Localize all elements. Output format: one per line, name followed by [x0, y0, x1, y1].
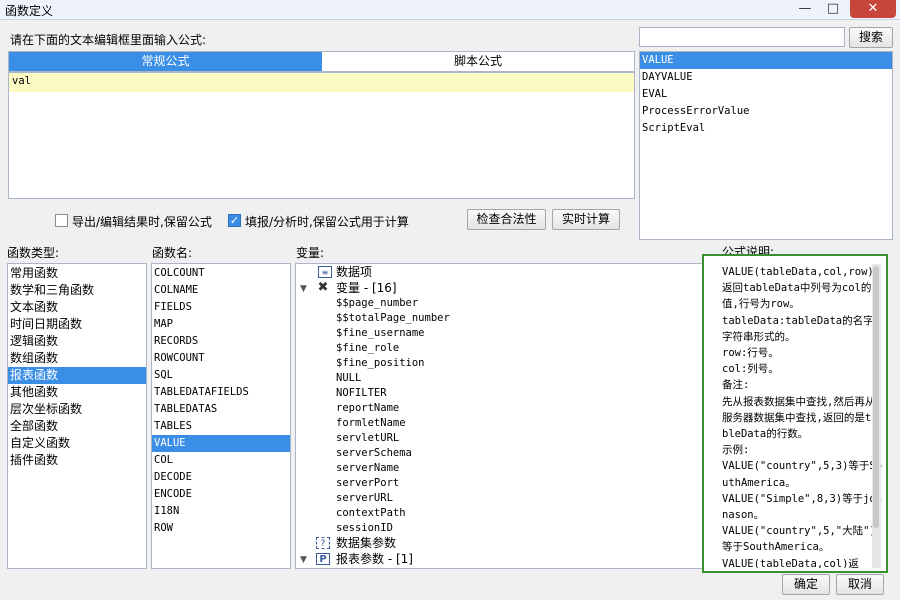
list-item[interactable]: SQL — [152, 367, 173, 384]
desc-line: row:行号。 — [722, 347, 779, 360]
desc-line: col:列号。 — [722, 363, 779, 376]
function-name-list: COLCOUNT COLNAME FIELDS MAP RECORDS ROWC… — [151, 263, 291, 569]
export-keep-label: 导出/编辑结果时,保留公式 — [72, 215, 212, 229]
list-item[interactable]: 数学和三角函数 — [8, 282, 94, 299]
list-item[interactable]: TABLEDATAFIELDS — [152, 384, 249, 401]
formula-editor[interactable]: val — [8, 72, 635, 199]
desc-line: VALUE("Simple",8,3)等于jonnason。 — [722, 492, 883, 522]
list-item[interactable]: ENCODE — [152, 486, 192, 503]
export-keep-checkbox[interactable] — [55, 214, 68, 227]
list-item[interactable]: 全部函数 — [8, 418, 58, 435]
function-category-list: 常用函数 数学和三角函数 文本函数 时间日期函数 逻辑函数 数组函数 报表函数 … — [7, 263, 147, 569]
list-item[interactable]: DAYVALUE — [640, 69, 693, 86]
desc-line: 返回tableData中列号为col的值,行号为row。 — [722, 282, 872, 311]
desc-line: VALUE(tableData,col,row) — [722, 266, 874, 278]
list-item[interactable]: COLNAME — [152, 282, 198, 299]
desc-line: 先从报表数据集中查找,然后再从服务器数据集中查找,返回的是tableData的行… — [722, 395, 878, 441]
list-item[interactable]: 数组函数 — [8, 350, 58, 367]
desc-line: tableData:tableData的名字,字符串形式的。 — [722, 314, 880, 343]
list-item[interactable]: 层次坐标函数 — [8, 401, 82, 418]
variable-tree: ≡ 数据项 ▼ ✖ 变量 - [16] $$page_number $$tota… — [295, 263, 717, 569]
search-button[interactable]: 搜索 — [849, 27, 893, 48]
list-item[interactable]: ScriptEval — [640, 120, 705, 137]
list-item[interactable]: 时间日期函数 — [8, 316, 82, 333]
collapse-arrow-icon[interactable]: ▼ — [300, 284, 307, 294]
list-item[interactable]: VALUE — [152, 435, 290, 452]
cancel-button[interactable]: 取消 — [836, 574, 884, 595]
scrollbar-thumb[interactable] — [873, 266, 879, 528]
function-header: 函数名: — [152, 246, 193, 260]
current-line-highlight — [9, 73, 634, 92]
category-header: 函数类型: — [7, 246, 60, 260]
list-item[interactable]: ProcessErrorValue — [640, 103, 749, 120]
title-bar: 函数定义 — □ ✕ — [0, 0, 900, 20]
list-item[interactable]: ROW — [152, 520, 173, 537]
desc-line: VALUE("country",5,"大陆")等于SouthAmerica。 — [722, 525, 876, 554]
ok-button[interactable]: 确定 — [782, 574, 830, 595]
formula-text[interactable]: val — [12, 75, 31, 87]
list-item[interactable]: TABLES — [152, 418, 192, 435]
list-item[interactable]: ROWCOUNT — [152, 350, 205, 367]
desc-line: VALUE("country",5,3)等于SouthAmerica。 — [722, 460, 883, 489]
parameter-icon: P — [316, 553, 330, 565]
desc-line: 示例: — [722, 444, 750, 457]
variable-icon: ✖ — [317, 280, 329, 295]
realtime-compute-button[interactable]: 实时计算 — [552, 209, 620, 230]
tab-regular-formula[interactable]: 常规公式 — [9, 52, 322, 71]
list-item[interactable]: I18N — [152, 503, 179, 520]
tree-item-dataset-params[interactable]: 数据集参数 — [334, 535, 396, 552]
list-item[interactable]: MAP — [152, 316, 173, 333]
fill-keep-label: 填报/分析时,保留公式用于计算 — [245, 215, 409, 229]
list-item[interactable]: 其他函数 — [8, 384, 58, 401]
list-item[interactable]: VALUE — [640, 52, 892, 69]
search-input[interactable] — [639, 27, 845, 47]
variable-header: 变量: — [296, 246, 325, 260]
minimize-button[interactable]: — — [792, 0, 818, 18]
list-item[interactable]: 逻辑函数 — [8, 333, 58, 350]
list-item[interactable]: TABLEDATAS — [152, 401, 217, 418]
collapse-arrow-icon[interactable]: ▼ — [300, 555, 307, 565]
dataset-param-icon: ? — [316, 537, 330, 549]
list-item[interactable]: 常用函数 — [8, 265, 58, 282]
tab-script-formula[interactable]: 脚本公式 — [322, 52, 634, 71]
list-item[interactable]: COL — [152, 452, 173, 469]
tree-item-data-item[interactable]: 数据项 — [334, 264, 372, 281]
search-result-list: VALUE DAYVALUE EVAL ProcessErrorValue Sc… — [639, 51, 893, 240]
description-text: VALUE(tableData,col,row) 返回tableData中列号为… — [722, 264, 883, 568]
tree-item-report-params[interactable]: 报表参数 - [1] — [334, 551, 413, 568]
fill-keep-checkbox[interactable]: ✓ — [228, 214, 241, 227]
description-scrollbar[interactable] — [872, 264, 881, 568]
maximize-button[interactable]: □ — [820, 0, 846, 18]
desc-line: VALUE(tableData,col)返 — [722, 557, 859, 568]
list-item[interactable]: RECORDS — [152, 333, 198, 350]
formula-tabs: 常规公式 脚本公式 — [8, 51, 635, 72]
list-item[interactable]: DECODE — [152, 469, 192, 486]
list-item[interactable]: EVAL — [640, 86, 667, 103]
desc-line: 备注: — [722, 379, 750, 392]
close-button[interactable]: ✕ — [850, 0, 896, 18]
list-item[interactable]: 文本函数 — [8, 299, 58, 316]
list-item[interactable]: 报表函数 — [8, 367, 146, 384]
list-item[interactable]: 插件函数 — [8, 452, 58, 469]
list-item[interactable]: COLCOUNT — [152, 265, 205, 282]
editor-prompt: 请在下面的文本编辑框里面输入公式: — [10, 33, 207, 47]
check-validity-button[interactable]: 检查合法性 — [467, 209, 546, 230]
list-item[interactable]: FIELDS — [152, 299, 192, 316]
table-icon: ≡ — [318, 266, 332, 278]
window-title: 函数定义 — [5, 4, 54, 18]
list-item[interactable]: 自定义函数 — [8, 435, 70, 452]
